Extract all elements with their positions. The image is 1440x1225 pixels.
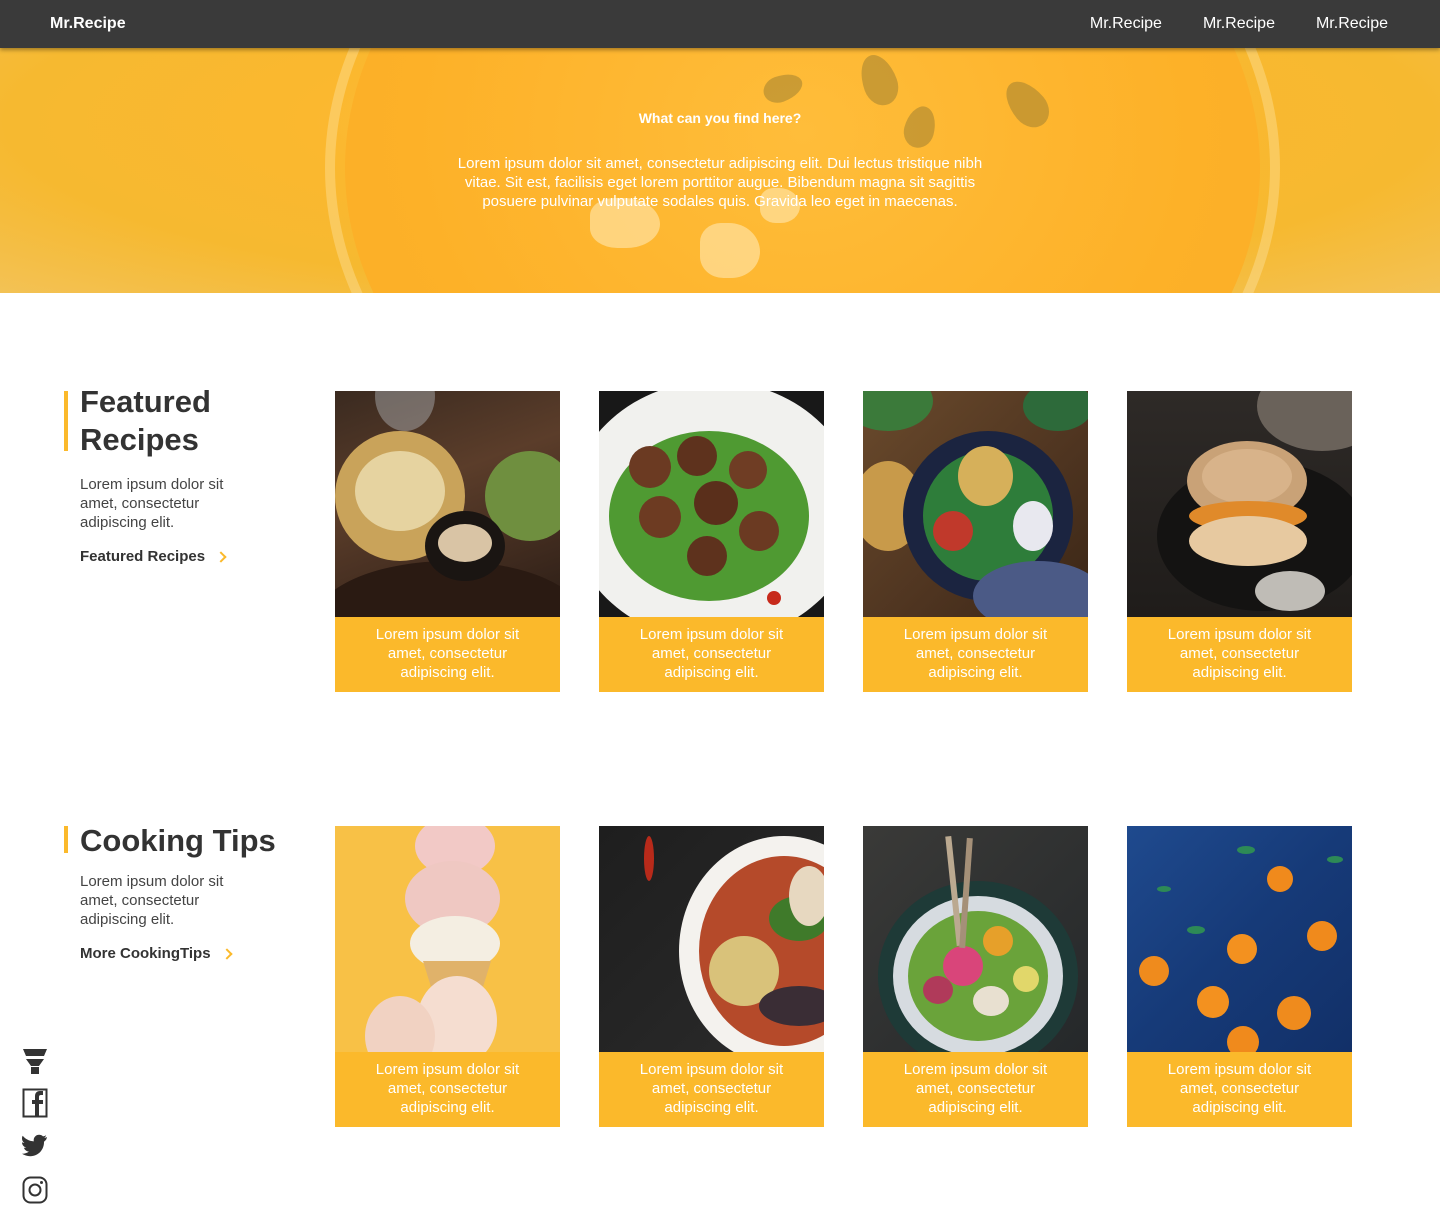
recipe-card[interactable]: Lorem ipsum dolor sit amet, consectetur …: [863, 391, 1088, 692]
recipe-card[interactable]: Lorem ipsum dolor sit amet, consectetur …: [1127, 391, 1352, 692]
recipe-image: [863, 391, 1088, 617]
more-cooking-tips-link[interactable]: More CookingTips: [80, 945, 233, 962]
recipe-card[interactable]: Lorem ipsum dolor sit amet, consectetur …: [599, 391, 824, 692]
recipe-caption: Lorem ipsum dolor sit amet, consectetur …: [335, 617, 560, 692]
nav-link-2[interactable]: Mr.Recipe: [1203, 15, 1275, 33]
nav-link-1[interactable]: Mr.Recipe: [1090, 15, 1162, 33]
recipe-caption: Lorem ipsum dolor sit amet, consectetur …: [599, 617, 824, 692]
recipe-image: [1127, 391, 1352, 617]
nav-link-3[interactable]: Mr.Recipe: [1316, 15, 1388, 33]
hero-text: Lorem ipsum dolor sit amet, consectetur …: [457, 155, 983, 210]
instagram-icon[interactable]: [22, 1175, 48, 1205]
recipe-card[interactable]: Lorem ipsum dolor sit amet, consectetur …: [335, 391, 560, 692]
tip-image: [599, 826, 824, 1052]
tip-card[interactable]: Lorem ipsum dolor sit amet, consectetur …: [1127, 826, 1352, 1127]
section-description: Lorem ipsum dolor sit amet, consectetur …: [80, 476, 224, 531]
section-description: Lorem ipsum dolor sit amet, consectetur …: [80, 873, 224, 928]
tip-caption: Lorem ipsum dolor sit amet, consectetur …: [863, 1052, 1088, 1127]
recipe-caption: Lorem ipsum dolor sit amet, consectetur …: [1127, 617, 1352, 692]
tip-card[interactable]: Lorem ipsum dolor sit amet, consectetur …: [335, 826, 560, 1127]
tip-caption: Lorem ipsum dolor sit amet, consectetur …: [1127, 1052, 1352, 1127]
recipe-image: [599, 391, 824, 617]
tip-image: [863, 826, 1088, 1052]
tip-image: [1127, 826, 1352, 1052]
section-title: Featured Recipes: [80, 384, 211, 457]
featured-recipes-link-label: Featured Recipes: [80, 548, 206, 565]
section-accent-bar: [64, 826, 68, 853]
recipe-image: [335, 391, 560, 617]
top-navbar: Mr.Recipe Mr.Recipe Mr.Recipe Mr.Recipe: [0, 0, 1440, 48]
tip-caption: Lorem ipsum dolor sit amet, consectetur …: [599, 1052, 824, 1127]
tip-card[interactable]: Lorem ipsum dolor sit amet, consectetur …: [599, 826, 824, 1127]
chevron-right-icon: [215, 550, 227, 563]
tip-card[interactable]: Lorem ipsum dolor sit amet, consectetur …: [863, 826, 1088, 1127]
facebook-icon[interactable]: [22, 1088, 48, 1118]
tip-caption: Lorem ipsum dolor sit amet, consectetur …: [335, 1052, 560, 1127]
chevron-right-icon: [220, 947, 233, 960]
funnel-icon[interactable]: [22, 1048, 48, 1078]
hero-content: What can you find here? Lorem ipsum dolo…: [0, 48, 1440, 293]
twitter-icon[interactable]: [22, 1131, 48, 1161]
tip-image: [335, 826, 560, 1052]
recipe-caption: Lorem ipsum dolor sit amet, consectetur …: [863, 617, 1088, 692]
more-cooking-tips-link-label: More CookingTips: [80, 945, 211, 962]
nav-links: Mr.Recipe Mr.Recipe Mr.Recipe: [1090, 15, 1388, 33]
hero-title: What can you find here?: [638, 110, 802, 126]
featured-recipes-link[interactable]: Featured Recipes: [80, 548, 227, 565]
brand-logo-link[interactable]: Mr.Recipe: [50, 15, 126, 33]
hero-banner: What can you find here? Lorem ipsum dolo…: [0, 48, 1440, 293]
section-title: Cooking Tips: [80, 823, 276, 858]
section-accent-bar: [64, 391, 68, 451]
